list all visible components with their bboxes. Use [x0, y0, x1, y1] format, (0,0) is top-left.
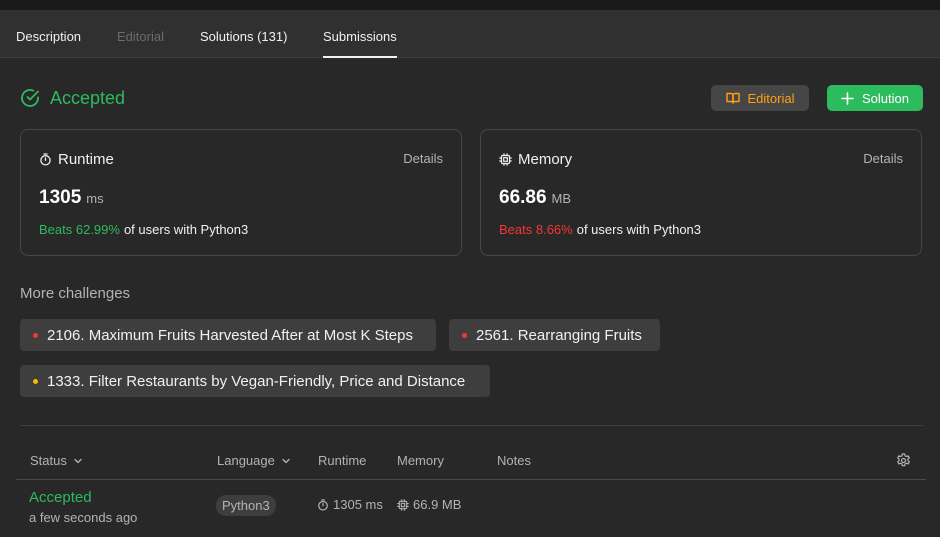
- runtime-card-title: Runtime: [39, 151, 114, 168]
- challenge-label: 1333. Filter Restaurants by Vegan-Friend…: [47, 372, 466, 390]
- language-badge: Python3: [216, 495, 276, 516]
- stopwatch-icon: [317, 498, 329, 511]
- chevron-down-icon: [73, 456, 83, 466]
- difficulty-dot: [33, 332, 38, 338]
- memory-beats-suffix: of users with Python3: [576, 222, 702, 237]
- memory-card-title: Memory: [499, 151, 572, 168]
- row-runtime: 1305 ms: [317, 497, 383, 512]
- memory-beats: Beats 8.66% of users with Python3: [499, 222, 701, 237]
- challenge-chip[interactable]: 2561. Rearranging Fruits: [449, 319, 660, 351]
- tab-submissions[interactable]: Submissions: [323, 10, 397, 58]
- challenge-chip[interactable]: 2106. Maximum Fruits Harvested After at …: [20, 319, 436, 351]
- post-solution-button[interactable]: Solution: [827, 85, 923, 111]
- memory-value: 66.86 MB: [499, 187, 571, 209]
- runtime-beats-suffix: of users with Python3: [123, 222, 249, 237]
- challenge-label: 2561. Rearranging Fruits: [476, 326, 642, 344]
- runtime-column-header: Runtime: [318, 453, 367, 468]
- row-runtime-value: 1305 ms: [333, 497, 383, 512]
- row-timestamp: a few seconds ago: [29, 510, 138, 525]
- tab-description[interactable]: Description: [16, 10, 81, 58]
- language-header-label: Language: [217, 453, 275, 468]
- top-strip: [0, 0, 940, 10]
- check-circle-icon: [20, 88, 40, 108]
- challenge-chip[interactable]: 1333. Filter Restaurants by Vegan-Friend…: [20, 365, 490, 397]
- runtime-unit: ms: [86, 191, 104, 206]
- memory-title-label: Memory: [518, 151, 573, 168]
- memory-column-header: Memory: [397, 453, 444, 468]
- editorial-button[interactable]: Editorial: [711, 85, 809, 111]
- plus-icon: [841, 91, 854, 105]
- difficulty-dot: [33, 378, 38, 384]
- stopwatch-icon: [39, 153, 52, 166]
- memory-number: 66.86: [499, 187, 547, 208]
- chip-icon: [397, 498, 409, 511]
- language-column-header[interactable]: Language: [217, 453, 291, 468]
- tab-bar: Description Editorial Solutions (131) Su…: [0, 10, 940, 58]
- runtime-beats: Beats 62.99% of users with Python3: [39, 222, 248, 237]
- runtime-number: 1305: [39, 187, 82, 208]
- row-memory-value: 66.9 MB: [413, 497, 462, 512]
- section-divider: [20, 425, 923, 426]
- memory-details-link[interactable]: Details: [863, 151, 903, 166]
- challenge-label: 2106. Maximum Fruits Harvested After at …: [47, 326, 413, 344]
- solution-button-label: Solution: [862, 90, 909, 106]
- editorial-button-label: Editorial: [747, 90, 795, 106]
- table-header-divider: [16, 479, 926, 480]
- status-label: Accepted: [50, 87, 126, 108]
- gear-icon[interactable]: [896, 453, 911, 468]
- chevron-down-icon: [281, 456, 291, 466]
- status-header-label: Status: [30, 453, 67, 468]
- memory-unit: MB: [551, 191, 572, 206]
- status-column-header[interactable]: Status: [30, 453, 83, 468]
- tab-editorial[interactable]: Editorial: [117, 10, 164, 58]
- runtime-beats-percent: Beats 62.99%: [39, 222, 120, 237]
- runtime-value: 1305 ms: [39, 187, 104, 209]
- more-challenges-title: More challenges: [20, 285, 131, 302]
- memory-beats-percent: Beats 8.66%: [499, 222, 573, 237]
- row-memory: 66.9 MB: [397, 497, 461, 512]
- difficulty-dot: [462, 332, 467, 338]
- book-icon: [725, 92, 740, 104]
- row-status-link[interactable]: Accepted: [29, 489, 92, 506]
- submission-status: Accepted: [20, 86, 125, 110]
- runtime-card: Runtime Details 1305 ms Beats 62.99% of u…: [20, 129, 462, 256]
- chip-icon: [499, 153, 512, 166]
- memory-card: Memory Details 66.86 MB Beats 8.66% of us…: [480, 129, 922, 256]
- runtime-details-link[interactable]: Details: [403, 151, 443, 166]
- tab-solutions[interactable]: Solutions (131): [200, 10, 287, 58]
- runtime-title-label: Runtime: [58, 151, 114, 168]
- notes-column-header: Notes: [497, 453, 531, 468]
